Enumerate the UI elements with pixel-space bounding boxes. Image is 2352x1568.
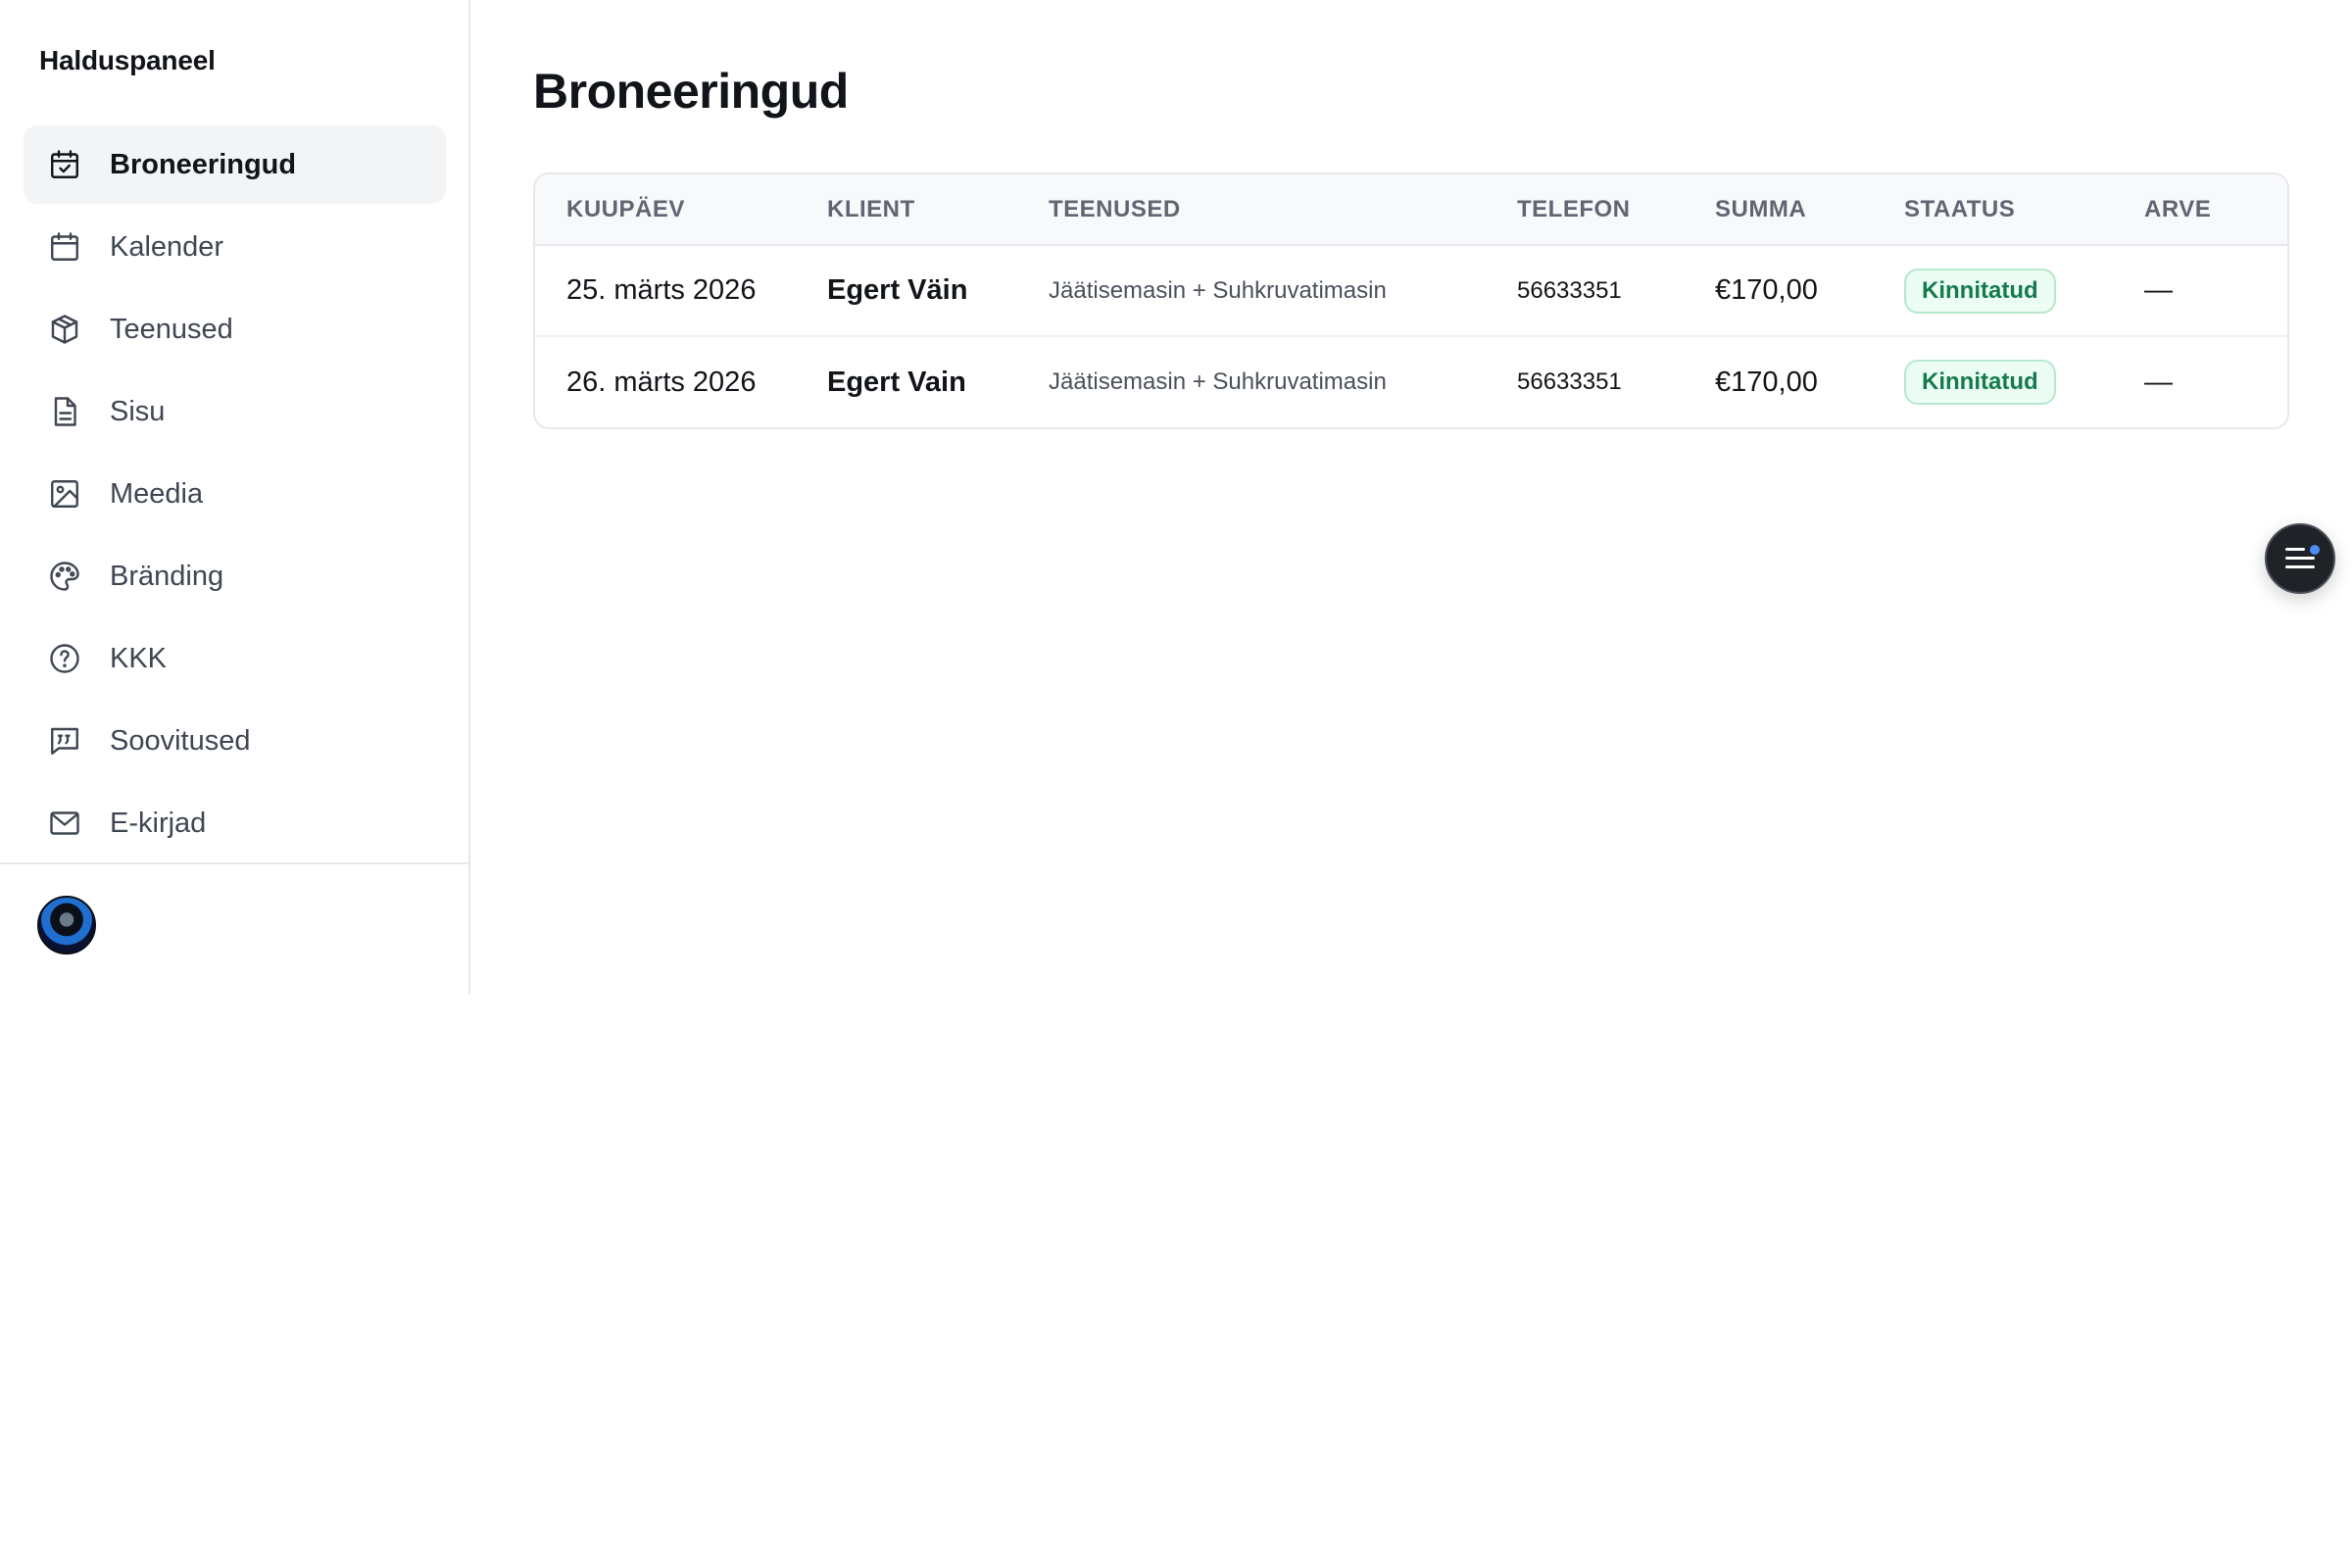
table-row[interactable]: 26. märts 2026 Egert Vain Jäätisemasin +… — [535, 336, 2287, 427]
cell-client: Egert Vain — [827, 366, 966, 398]
sidebar-item-label: Meedia — [110, 477, 204, 510]
status-badge: Kinnitatud — [1904, 268, 2056, 314]
calendar-icon — [47, 229, 82, 265]
sidebar-nav: Broneeringud Kalender Teenused Sisu Meed… — [24, 125, 446, 866]
brand-title: Halduspaneel — [39, 45, 216, 75]
sidebar-item-label: Kalender — [110, 230, 224, 263]
column-header-client[interactable]: KLIENT — [827, 174, 1049, 246]
cell-sum: €170,00 — [1715, 245, 1904, 337]
sidebar-item-sisu[interactable]: Sisu — [24, 372, 446, 451]
cell-client: Egert Väin — [827, 245, 1049, 337]
admin-app: Halduspaneel Broneeringud Kalender Teenu… — [0, 0, 2352, 1568]
user-avatar[interactable] — [37, 896, 96, 955]
sidebar-item-e-kirjad[interactable]: E-kirjad — [24, 784, 446, 862]
sidebar-item-label: Soovitused — [110, 724, 251, 757]
sidebar-item-broneeringud[interactable]: Broneeringud — [24, 125, 446, 204]
column-header-status[interactable]: STAATUS — [1904, 174, 2144, 246]
column-header-phone[interactable]: TELEFON — [1517, 174, 1715, 246]
status-badge: Kinnitatud — [1904, 360, 2056, 405]
column-header-services[interactable]: TEENUSED — [1049, 174, 1517, 246]
cell-status: Kinnitatud — [1904, 245, 2144, 337]
table-header-row: KUUPÄEV KLIENT TEENUSED TELEFON SUMMA ST… — [535, 174, 2287, 246]
palette-icon — [47, 559, 82, 594]
sidebar-item-meedia[interactable]: Meedia — [24, 455, 446, 533]
notification-dot — [2310, 545, 2320, 555]
sidebar-item-teenused[interactable]: Teenused — [24, 290, 446, 368]
sidebar-item-label: Teenused — [110, 313, 233, 345]
cell-invoice: — — [2144, 245, 2287, 337]
sidebar-footer — [0, 862, 468, 994]
sidebar-item-label: KKK — [110, 642, 168, 674]
bookings-table: KUUPÄEV KLIENT TEENUSED TELEFON SUMMA ST… — [533, 172, 2289, 429]
sidebar-item-label: E-kirjad — [110, 807, 207, 839]
page-title: Broneeringud — [533, 64, 849, 119]
box-icon — [47, 312, 82, 347]
mail-icon — [47, 806, 82, 841]
cell-services: Jäätisemasin + Suhkruvatimasin — [1049, 245, 1517, 337]
sidebar-item-kkk[interactable]: KKK — [24, 619, 446, 698]
cell-date: 25. märts 2026 — [535, 245, 827, 337]
cell-sum: €170,00 — [1715, 366, 1818, 398]
menu-notification-button[interactable] — [2265, 523, 2335, 594]
column-header-date[interactable]: KUUPÄEV — [535, 174, 827, 246]
sidebar: Halduspaneel Broneeringud Kalender Teenu… — [0, 0, 470, 994]
cell-phone: 56633351 — [1517, 245, 1715, 337]
cell-date: 26. märts 2026 — [566, 366, 757, 398]
column-header-invoice[interactable]: ARVE — [2144, 174, 2287, 246]
help-circle-icon — [47, 641, 82, 676]
sidebar-item-soovitused[interactable]: Soovitused — [24, 702, 446, 780]
sidebar-item-label: Sisu — [110, 395, 166, 427]
document-icon — [47, 394, 82, 429]
column-header-sum[interactable]: SUMMA — [1715, 174, 1904, 246]
cell-services: Jäätisemasin + Suhkruvatimasin — [1049, 368, 1387, 395]
sidebar-item-label: Broneeringud — [110, 148, 297, 180]
table-row[interactable]: 25. märts 2026 Egert Väin Jäätisemasin +… — [535, 245, 2287, 337]
quote-message-icon — [47, 723, 82, 759]
sidebar-item-kalender[interactable]: Kalender — [24, 208, 446, 286]
sidebar-item-label: Bränding — [110, 560, 224, 592]
cell-invoice: — — [2144, 366, 2173, 398]
calendar-check-icon — [47, 147, 82, 182]
image-icon — [47, 476, 82, 512]
cell-phone: 56633351 — [1517, 368, 1622, 395]
cell-status: Kinnitatud — [1904, 336, 2144, 427]
sidebar-item-branding[interactable]: Bränding — [24, 537, 446, 615]
